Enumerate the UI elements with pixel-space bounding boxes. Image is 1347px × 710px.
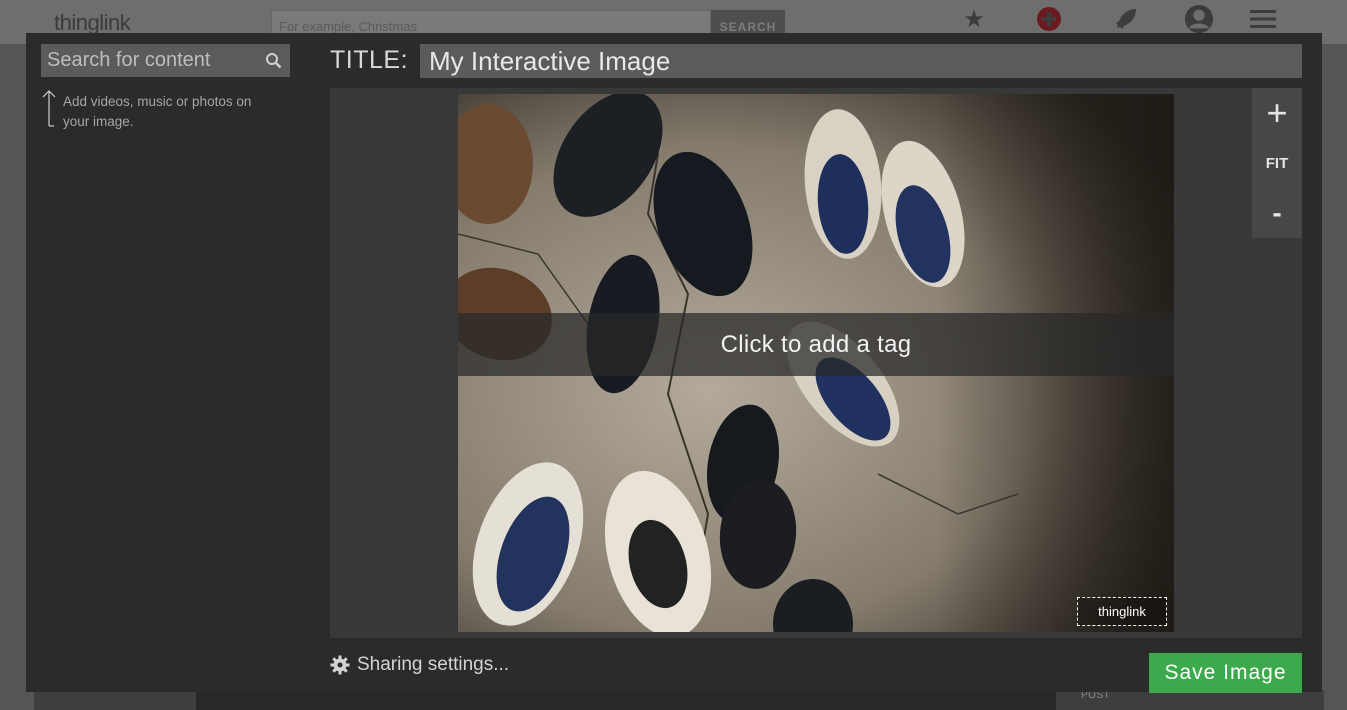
- sharing-settings-link[interactable]: Sharing settings...: [330, 653, 509, 677]
- editable-image[interactable]: Click to add a tag thinglink: [458, 94, 1174, 632]
- save-image-button[interactable]: Save Image: [1149, 653, 1302, 693]
- rocket-icon[interactable]: [1111, 6, 1141, 32]
- content-search-placeholder: Search for content: [47, 49, 211, 71]
- add-media-hint: Add videos, music or photos on your imag…: [63, 94, 252, 129]
- content-search-input[interactable]: Search for content: [41, 44, 290, 77]
- search-icon[interactable]: [265, 52, 282, 69]
- zoom-in-button[interactable]: +: [1252, 88, 1302, 138]
- gear-icon: [330, 655, 350, 675]
- image-canvas: Click to add a tag thinglink + FIT -: [330, 88, 1302, 638]
- add-tag-prompt[interactable]: Click to add a tag: [458, 313, 1174, 376]
- title-label: TITLE:: [330, 46, 409, 74]
- menu-icon[interactable]: [1248, 6, 1278, 32]
- image-editor-modal: Search for content Add videos, music or …: [26, 33, 1322, 693]
- sharing-settings-label: Sharing settings...: [357, 654, 510, 675]
- arrow-up-icon: [42, 90, 56, 127]
- thinglink-watermark: thinglink: [1077, 597, 1167, 626]
- zoom-fit-button[interactable]: FIT: [1252, 138, 1302, 188]
- title-input[interactable]: My Interactive Image: [420, 44, 1302, 78]
- add-icon[interactable]: [1034, 6, 1064, 32]
- background-image-strip: [196, 690, 1056, 710]
- zoom-out-button[interactable]: -: [1252, 188, 1302, 238]
- zoom-controls: + FIT -: [1252, 88, 1302, 238]
- user-icon[interactable]: [1184, 4, 1214, 34]
- star-icon[interactable]: ★: [959, 6, 989, 33]
- background-search-placeholder: For example, Christmas: [279, 19, 417, 34]
